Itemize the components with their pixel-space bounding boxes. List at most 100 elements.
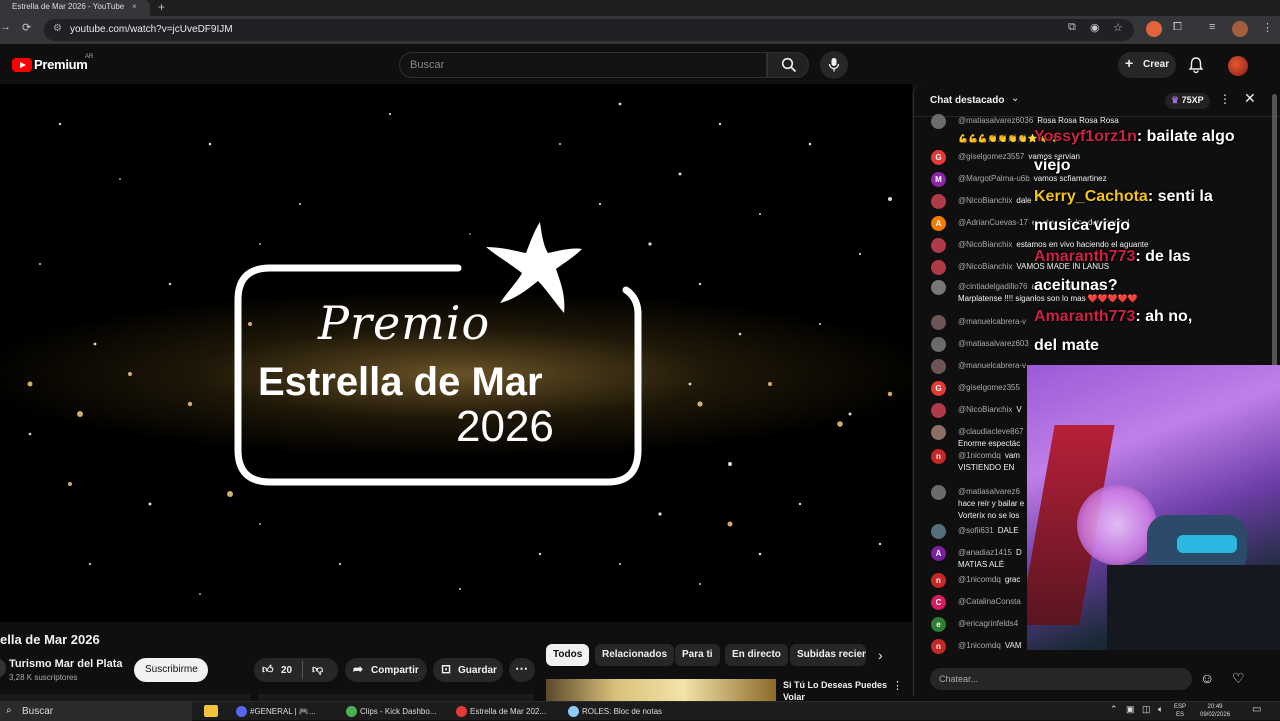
chat-author[interactable]: @AdrianCuevas-17: [958, 218, 1028, 227]
chip-para-ti[interactable]: Para ti: [675, 644, 720, 666]
address-bar[interactable]: ⚙ youtube.com/watch?v=jcUveDF9IJM: [44, 19, 1134, 41]
extension-icon[interactable]: [1146, 21, 1162, 37]
close-icon[interactable]: ✕: [1244, 90, 1256, 107]
emoji-icon[interactable]: ☺: [1200, 670, 1214, 686]
chat-author[interactable]: @1nicomdq: [958, 641, 1001, 650]
chip-relacionados[interactable]: Relacionados: [595, 644, 675, 666]
chat-mode-dropdown[interactable]: Chat destacado: [930, 95, 1004, 106]
overlay-text: musica viejo: [1034, 217, 1131, 234]
chat-author[interactable]: @1nicomdq: [958, 575, 1001, 584]
chat-author[interactable]: @sofii631: [958, 526, 994, 535]
like-icon[interactable]: 👍︎: [262, 663, 274, 676]
channel-name[interactable]: Turismo Mar del Plata: [9, 658, 123, 670]
chat-author[interactable]: @manuelcabrera-v: [958, 317, 1026, 326]
youtube-logo-icon[interactable]: [12, 58, 32, 72]
taskbar-app-discord[interactable]: #GENERAL | 🎮...: [232, 702, 316, 721]
chat-author[interactable]: @matiasalvarez603: [958, 339, 1029, 348]
tab-close-icon[interactable]: ×: [132, 2, 137, 11]
share-button[interactable]: ➦ Compartir: [345, 658, 427, 682]
volume-icon[interactable]: 🔈︎: [1158, 704, 1163, 715]
language-indicator[interactable]: ESP ES: [1174, 703, 1186, 719]
related-thumbnail[interactable]: [546, 679, 776, 701]
heart-icon[interactable]: ♡: [1232, 670, 1245, 687]
chat-avatar[interactable]: C: [931, 595, 946, 610]
chat-avatar[interactable]: n: [931, 639, 946, 654]
chip-subidas[interactable]: Subidas recien: [790, 644, 866, 666]
related-title[interactable]: Si Tú Lo Deseas Puedes: [783, 680, 887, 690]
chat-author[interactable]: @NicoBianchix: [958, 405, 1012, 414]
channel-avatar[interactable]: [0, 658, 6, 678]
chat-avatar[interactable]: [931, 524, 946, 539]
chat-author[interactable]: @NicoBianchix: [958, 240, 1012, 249]
chat-input[interactable]: Chatear...: [930, 668, 1192, 690]
more-actions-button[interactable]: ⋯: [509, 658, 535, 682]
chip-en-directo[interactable]: En directo: [725, 644, 788, 666]
chat-avatar[interactable]: [931, 114, 946, 129]
chat-author[interactable]: @ericagrinfelds4: [958, 619, 1018, 628]
chat-avatar[interactable]: [931, 260, 946, 275]
chat-author[interactable]: @NicoBianchix: [958, 196, 1012, 205]
search-button[interactable]: [767, 52, 809, 78]
notifications-icon[interactable]: ▭: [1252, 704, 1261, 715]
chat-author[interactable]: @CatalinaConsta: [958, 597, 1021, 606]
chat-author[interactable]: @matiasalvarez6036: [958, 116, 1033, 125]
network-icon[interactable]: ◫: [1142, 704, 1151, 715]
like-count[interactable]: 20: [281, 665, 292, 676]
chevron-down-icon[interactable]: ⌄: [1011, 93, 1019, 104]
taskbar-app-chrome-youtube[interactable]: Estrella de Mar 202...: [452, 702, 546, 721]
chat-avatar[interactable]: n: [931, 573, 946, 588]
chat-avatar[interactable]: [931, 315, 946, 330]
tab-search-icon[interactable]: ≡: [1209, 21, 1215, 33]
chat-author[interactable]: @manuelcabrera-v: [958, 361, 1026, 370]
chat-author[interactable]: @giselgomez3557: [958, 152, 1024, 161]
subscribe-button[interactable]: Suscribirme: [134, 658, 208, 682]
back-icon[interactable]: →: [0, 21, 11, 33]
taskbar-app-chrome-clips[interactable]: Clips - Kick Dashbo...: [342, 702, 436, 721]
video-player[interactable]: Premio Estrella de Mar 2026: [0, 84, 912, 622]
brand-label[interactable]: Premium: [34, 57, 88, 72]
xp-badge[interactable]: ♛ 75XP: [1165, 93, 1210, 109]
chat-avatar[interactable]: G: [931, 150, 946, 165]
taskbar-search[interactable]: ⌕ Buscar: [0, 702, 192, 721]
chip-todos[interactable]: Todos: [546, 644, 590, 666]
related-more-icon[interactable]: ⋮: [892, 679, 903, 692]
chat-avatar[interactable]: G: [931, 381, 946, 396]
reload-icon[interactable]: ⟳: [22, 21, 31, 34]
tray-expand-icon[interactable]: ⌃: [1110, 704, 1118, 715]
site-info-icon[interactable]: ⚙: [53, 23, 62, 34]
search-input[interactable]: Buscar: [399, 52, 767, 78]
file-explorer-icon[interactable]: [204, 705, 218, 717]
bookmark-star-icon[interactable]: ☆: [1113, 21, 1123, 34]
account-avatar[interactable]: [1228, 56, 1248, 76]
chat-author[interactable]: @giselgomez355: [958, 383, 1020, 392]
clock[interactable]: 20:49 09/02/2026: [1200, 703, 1230, 719]
browser-tab[interactable]: Estrella de Mar 2026 - YouTube: [0, 0, 150, 16]
tray-app-icon[interactable]: ▣: [1126, 704, 1135, 715]
overlay-message: del mate: [1034, 337, 1099, 355]
taskbar-app-notepad[interactable]: ROLES: Bloc de notas: [564, 702, 662, 721]
chat-author[interactable]: @MargotPalma-u6b: [958, 174, 1030, 183]
chat-avatar[interactable]: [931, 403, 946, 418]
new-tab-button[interactable]: +: [158, 0, 165, 14]
chat-avatar[interactable]: [931, 194, 946, 209]
voice-search-button[interactable]: [820, 51, 848, 79]
notifications-bell-icon[interactable]: [1188, 56, 1204, 74]
chat-avatar[interactable]: [931, 238, 946, 253]
chrome-menu-icon[interactable]: ⋮: [1262, 21, 1273, 34]
chat-avatar[interactable]: A: [931, 216, 946, 231]
chat-avatar[interactable]: [931, 359, 946, 374]
save-button[interactable]: ⊡ Guardar: [433, 658, 503, 682]
install-icon[interactable]: ⧉: [1068, 21, 1076, 34]
chat-avatar[interactable]: e: [931, 617, 946, 632]
chat-avatar[interactable]: M: [931, 172, 946, 187]
profile-avatar[interactable]: [1232, 21, 1248, 37]
chat-author[interactable]: @NicoBianchix: [958, 262, 1012, 271]
create-button[interactable]: + Crear: [1118, 52, 1176, 78]
chevron-right-icon[interactable]: ›: [878, 647, 883, 663]
tracking-icon[interactable]: ◉: [1090, 21, 1100, 34]
chat-more-icon[interactable]: ⋮: [1219, 92, 1231, 106]
chat-message-text: @1nicomdq grac: [958, 575, 1020, 584]
chat-avatar[interactable]: [931, 337, 946, 352]
extensions-puzzle-icon[interactable]: ⧠: [1173, 21, 1182, 34]
dislike-icon[interactable]: 👎︎: [312, 663, 323, 676]
